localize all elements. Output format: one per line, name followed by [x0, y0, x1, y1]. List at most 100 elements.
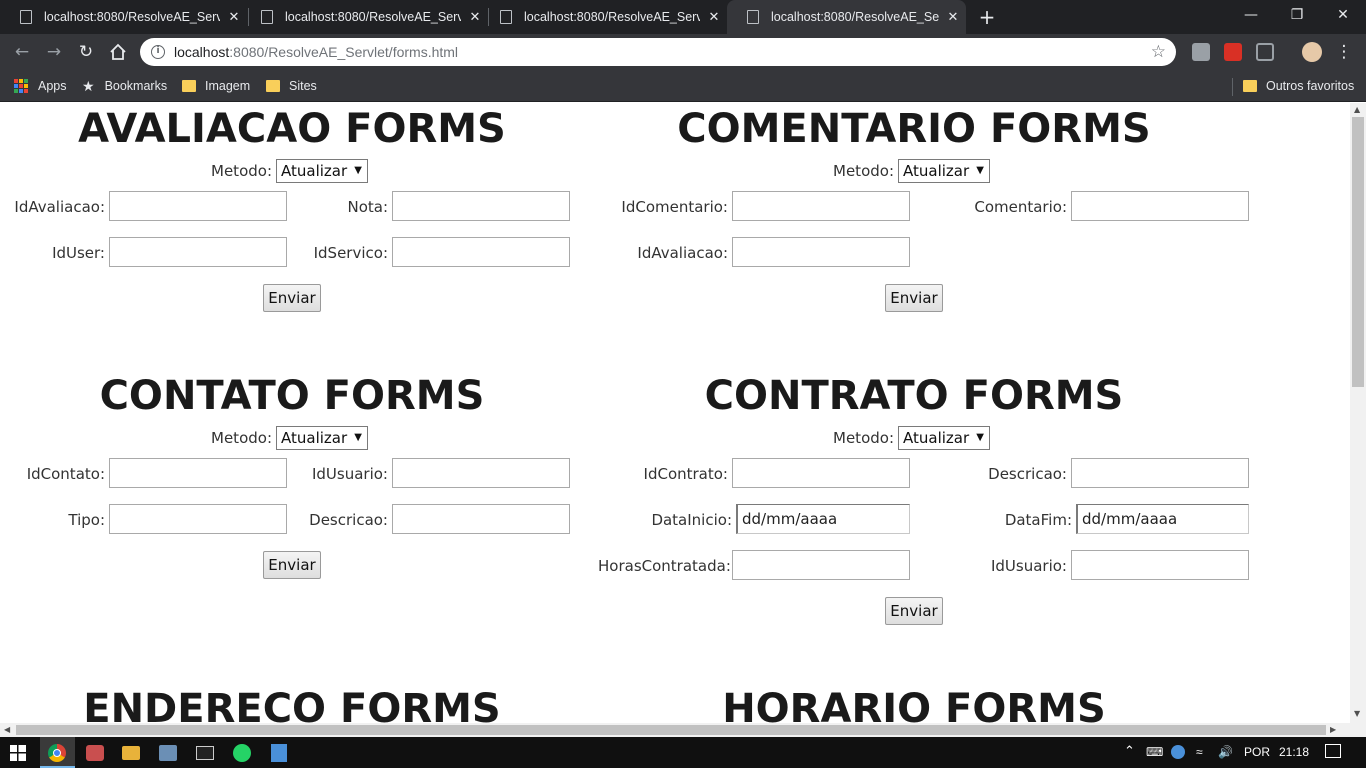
wifi-icon[interactable]: ≈ — [1196, 745, 1203, 759]
bookmark-folder-outros-favoritos[interactable]: Outros favoritos — [1243, 77, 1354, 95]
page-icon — [500, 10, 512, 24]
contrato-form: CONTRATO FORMS Metodo: Atualizar ▼ IdCont… — [598, 370, 1249, 640]
home-icon[interactable] — [106, 40, 130, 64]
vertical-scrollbar[interactable]: ▲ ▼ — [1350, 103, 1366, 723]
folder-icon — [266, 80, 280, 92]
url-text[interactable]: localhost:8080/ResolveAE_Servlet/forms.h… — [174, 44, 458, 60]
vertical-scroll-thumb[interactable] — [1352, 117, 1364, 387]
language-indicator[interactable]: POR — [1244, 745, 1270, 759]
bookmark-folder-sites[interactable]: Sites — [266, 77, 317, 95]
keyboard-icon[interactable]: ⌨ — [1146, 745, 1163, 759]
idcomentario-input[interactable] — [732, 191, 910, 221]
horizontal-scrollbar[interactable]: ◀ ▶ — [0, 723, 1366, 737]
bookmarks-separator — [1232, 78, 1233, 96]
notification-center-icon[interactable] — [1325, 744, 1341, 758]
metodo-select[interactable]: Atualizar ▼ — [276, 159, 368, 183]
bookmark-folder-imagem[interactable]: Imagem — [182, 77, 250, 95]
page-icon — [261, 10, 273, 24]
bookmark-apps[interactable]: Apps — [14, 77, 67, 95]
tab-strip: localhost:8080/ResolveAE_Servlet ✕ local… — [0, 0, 1366, 34]
volume-icon[interactable]: 🔊 — [1218, 745, 1233, 759]
page-icon — [747, 10, 759, 24]
descricao-input[interactable] — [392, 504, 570, 534]
extension-m-icon[interactable] — [1192, 43, 1210, 61]
avaliacao-form: AVALIACAO FORMS Metodo: Atualizar ▼ IdAva… — [0, 103, 584, 333]
scroll-left-icon[interactable]: ◀ — [4, 725, 10, 734]
field-label: DataFim: — [1004, 511, 1072, 529]
idavaliacao-input[interactable] — [732, 237, 910, 267]
metodo-select[interactable]: Atualizar ▼ — [898, 426, 990, 450]
image-viewer-icon[interactable] — [159, 745, 177, 761]
minimize-button[interactable]: — — [1228, 0, 1274, 30]
bookmark-bookmarks[interactable]: ★ Bookmarks — [82, 77, 167, 95]
field-label: Tipo: — [68, 511, 105, 529]
idcontrato-input[interactable] — [732, 458, 910, 488]
idavaliacao-input[interactable] — [109, 191, 287, 221]
comentario-input[interactable] — [1071, 191, 1249, 221]
tab-close-icon[interactable]: ✕ — [706, 10, 722, 25]
form-title: CONTRATO FORMS — [704, 373, 1124, 419]
tipo-input[interactable] — [109, 504, 287, 534]
forward-arrow-icon[interactable]: → — [42, 40, 66, 64]
virtualbox-icon[interactable] — [271, 744, 287, 762]
tab-close-icon[interactable]: ✕ — [226, 10, 242, 25]
close-window-button[interactable]: ✕ — [1320, 0, 1366, 30]
enviar-button[interactable]: Enviar — [263, 551, 321, 579]
comentario-form: COMENTARIO FORMS Metodo: Atualizar ▼ IdCo… — [598, 103, 1249, 333]
idusuario-input[interactable] — [392, 458, 570, 488]
tab-title: localhost:8080/ResolveAE_Servlet — [285, 10, 461, 24]
bookmark-star-icon[interactable]: ☆ — [1151, 42, 1166, 62]
form-title: AVALIACAO FORMS — [78, 106, 506, 152]
gmail-icon[interactable] — [1224, 43, 1242, 61]
idusuario-input[interactable] — [1071, 550, 1249, 580]
enviar-button[interactable]: Enviar — [885, 597, 943, 625]
field-label: IdComentario: — [621, 198, 728, 216]
enviar-button[interactable]: Enviar — [263, 284, 321, 312]
browser-tab-2[interactable]: localhost:8080/ResolveAE_Servlet ✕ — [241, 0, 489, 34]
datainicio-date-input[interactable]: dd/mm/aaaa — [736, 504, 910, 534]
scroll-up-icon[interactable]: ▲ — [1354, 105, 1360, 114]
reload-icon[interactable]: ↻ — [74, 40, 98, 64]
site-info-icon[interactable]: i — [151, 45, 165, 59]
idcontato-input[interactable] — [109, 458, 287, 488]
endereco-form: ENDERECO FORMS — [0, 683, 584, 723]
tab-close-icon[interactable]: ✕ — [945, 10, 961, 25]
browser-tab-1[interactable]: localhost:8080/ResolveAE_Servlet ✕ — [0, 0, 248, 34]
datafim-date-input[interactable]: dd/mm/aaaa — [1076, 504, 1249, 534]
iduser-input[interactable] — [109, 237, 287, 267]
enviar-button[interactable]: Enviar — [885, 284, 943, 312]
browser-tab-4-active[interactable]: localhost:8080/ResolveAE_Servlet ✕ — [727, 0, 966, 34]
extension-square-icon[interactable] — [1256, 43, 1274, 61]
restore-button[interactable]: ❐ — [1274, 0, 1320, 30]
field-label: Comentario: — [974, 198, 1067, 216]
windows-start-icon[interactable] — [10, 745, 26, 761]
metodo-select[interactable]: Atualizar ▼ — [898, 159, 990, 183]
menu-dots-icon[interactable]: ⋮ — [1332, 40, 1356, 64]
idservico-input[interactable] — [392, 237, 570, 267]
command-prompt-icon[interactable] — [196, 746, 214, 760]
field-label: Nota: — [347, 198, 388, 216]
file-explorer-icon[interactable] — [122, 746, 140, 760]
scroll-down-icon[interactable]: ▼ — [1354, 709, 1360, 718]
chrome-icon[interactable] — [48, 744, 66, 762]
horizontal-scroll-thumb[interactable] — [16, 725, 1326, 735]
scroll-right-icon[interactable]: ▶ — [1330, 725, 1336, 734]
back-arrow-icon[interactable]: ← — [10, 40, 34, 64]
field-label: IdContrato: — [643, 465, 728, 483]
horascontratada-input[interactable] — [732, 550, 910, 580]
security-icon[interactable] — [1171, 745, 1185, 759]
profile-avatar[interactable] — [1302, 42, 1322, 62]
address-bar[interactable]: i localhost:8080/ResolveAE_Servlet/forms… — [140, 38, 1176, 66]
descricao-input[interactable] — [1071, 458, 1249, 488]
browser-tab-3[interactable]: localhost:8080/ResolveAE_Servlet ✕ — [480, 0, 728, 34]
app-icon[interactable] — [86, 745, 104, 761]
tray-chevron-icon[interactable]: ⌃ — [1124, 743, 1135, 759]
clock[interactable]: 21:18 — [1279, 745, 1309, 759]
form-title: CONTATO FORMS — [99, 373, 485, 419]
metodo-select[interactable]: Atualizar ▼ — [276, 426, 368, 450]
field-label: IdUser: — [52, 244, 105, 262]
whatsapp-icon[interactable] — [233, 744, 251, 762]
tab-title: localhost:8080/ResolveAE_Servlet — [771, 10, 939, 24]
nota-input[interactable] — [392, 191, 570, 221]
new-tab-button[interactable]: + — [978, 5, 996, 29]
